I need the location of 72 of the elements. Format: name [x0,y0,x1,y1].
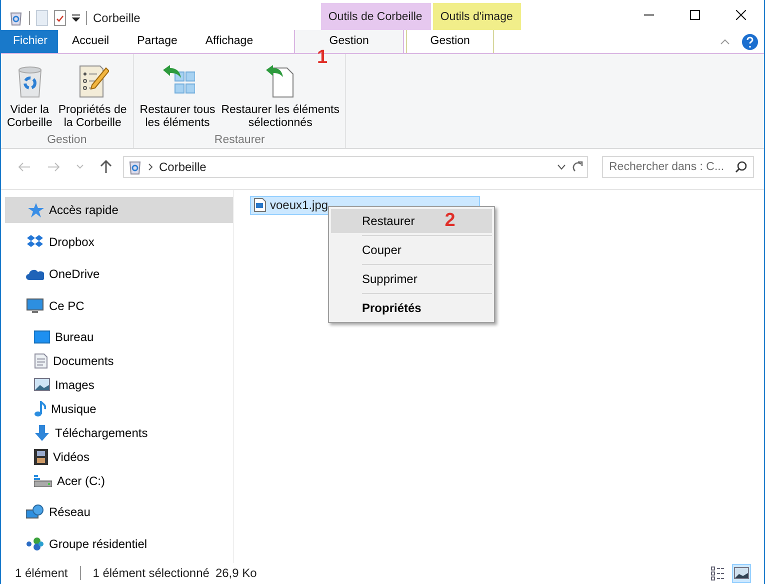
network-globe-icon [26,504,44,520]
context-menu-item[interactable]: Restaurer 2 [331,208,492,233]
navigation-item[interactable]: Acer (C:) [5,468,233,493]
maximize-icon [690,10,700,20]
navigation-item[interactable]: OneDrive [5,260,233,287]
refresh-icon [572,160,583,173]
up-arrow-icon [100,160,112,174]
window-title: Corbeille [93,10,140,27]
dropdown-arrow-icon [72,14,80,22]
contextual-tab-group-header: Outils de Corbeille [321,3,432,30]
star-icon [26,202,44,218]
file-tab[interactable]: Fichier [1,30,58,53]
close-icon [736,10,746,20]
recycle-bin-icon [128,158,142,175]
image-icon [34,378,50,392]
back-arrow-icon [18,160,31,173]
help-button[interactable] [742,34,758,50]
monitor-icon [26,298,44,314]
dropdown-chevron-icon [557,164,566,170]
music-note-icon [34,400,46,417]
customize-dropdown-button[interactable] [72,14,80,22]
forward-arrow-icon [47,160,60,173]
film-icon [34,448,48,465]
selection-size: 26,9 Ko [215,565,257,582]
search-field[interactable]: Rechercher dans : C... [602,156,754,178]
navigation-item[interactable]: Téléchargements [5,420,233,445]
properties-sheet-icon [76,64,109,98]
navigation-item[interactable]: Vidéos [5,444,233,469]
ribbon-button[interactable]: Restaurer tous les éléments [138,58,218,132]
ribbon-group-label: Restaurer [213,133,266,148]
ribbon-tab[interactable]: Affichage [191,30,268,53]
navigation-item[interactable]: Dropbox [5,228,233,255]
chevron-up-icon [720,38,730,44]
restore-file-icon [265,64,296,98]
navigation-item[interactable]: Documents [5,348,233,373]
drive-icon [34,474,52,487]
collapse-ribbon-button[interactable] [720,38,730,44]
breadcrumb-item[interactable]: Corbeille [159,158,206,176]
document-icon [34,352,48,369]
navigation-item[interactable]: Bureau [5,324,233,349]
ribbon-group-label: Gestion [46,133,88,148]
refresh-button[interactable] [572,160,583,173]
selection-count: 1 élément sélectionné [92,565,210,582]
navigation-item[interactable]: Accès rapide [5,196,233,223]
desktop-icon [34,330,50,344]
dropbox-icon [26,234,44,250]
context-menu-item[interactable]: Couper [331,238,492,262]
address-bar[interactable]: Corbeille [123,156,588,178]
context-menu-item[interactable]: Supprimer [331,266,492,291]
navigation-item[interactable]: Musique [5,396,233,421]
details-view-icon [711,566,726,581]
search-icon [735,160,747,173]
ribbon-tab[interactable]: Accueil [58,30,124,53]
navigation-item[interactable]: Réseau [5,498,233,525]
context-menu-item[interactable]: Propriétés [331,296,492,320]
contextual-tab-group-header: Outils d'image [433,3,522,30]
navigation-item[interactable]: Ce PC [5,292,233,319]
ribbon-button[interactable]: Vider la Corbeille [5,58,54,132]
breadcrumb-chevron-icon [148,162,153,171]
dropdown-chevron-icon [76,164,84,170]
up-button[interactable] [100,160,112,174]
recycle-bin-icon [9,10,23,26]
ribbon-tab[interactable]: Partage [123,30,192,53]
homegroup-icon [26,536,44,551]
ribbon-button[interactable]: Propriétés de la Corbeille [56,58,129,132]
navigation-item[interactable]: Groupe résidentiel [5,530,233,557]
details-view-button[interactable] [710,564,727,582]
image-file-icon [254,198,266,212]
item-count: 1 élément [15,565,68,582]
download-arrow-icon [34,424,50,441]
navigation-item[interactable]: Images [5,372,233,397]
help-icon [742,34,758,50]
